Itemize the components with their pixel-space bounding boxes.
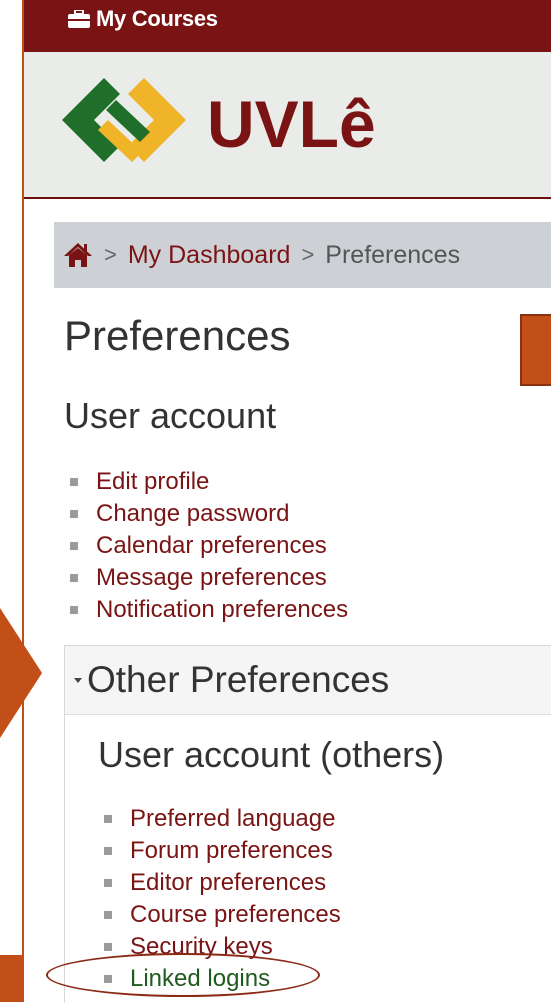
breadcrumb-link-dashboard[interactable]: My Dashboard	[128, 241, 291, 270]
uvle-logo-icon[interactable]	[54, 70, 194, 170]
breadcrumb-current: Preferences	[325, 240, 461, 269]
breadcrumb-separator: >	[104, 242, 117, 267]
course-preferences-link[interactable]: Course preferences	[130, 901, 341, 929]
briefcase-icon	[68, 10, 90, 28]
bullet	[70, 510, 78, 518]
list-item: Change password	[64, 498, 348, 530]
list-item: Notification preferences	[64, 594, 348, 626]
bullet	[104, 879, 112, 887]
bullet	[70, 478, 78, 486]
bullet	[70, 606, 78, 614]
security-keys-link[interactable]: Security keys	[130, 933, 273, 961]
other-preferences-toggle[interactable]: Other Preferences	[65, 646, 551, 715]
list-item: Forum preferences	[98, 835, 341, 867]
preferred-language-link[interactable]: Preferred language	[130, 805, 335, 833]
other-preferences-panel: Other Preferences User account (others) …	[64, 645, 551, 1003]
my-courses-menu[interactable]: My Courses	[68, 3, 218, 35]
message-preferences-link[interactable]: Message preferences	[96, 564, 327, 592]
home-icon[interactable]	[63, 241, 93, 269]
pointer-arrow-graphic	[0, 608, 42, 738]
top-navbar: My Courses	[24, 0, 551, 52]
bullet	[70, 574, 78, 582]
brand-name[interactable]: UVLê	[207, 88, 376, 160]
page-title: Preferences	[64, 312, 291, 359]
calendar-preferences-link[interactable]: Calendar preferences	[96, 532, 327, 560]
bullet	[70, 542, 78, 550]
site-header: UVLê	[24, 52, 551, 199]
change-password-link[interactable]: Change password	[96, 500, 289, 528]
bullet	[104, 815, 112, 823]
left-rail	[0, 0, 24, 1002]
list-item: Preferred language	[98, 803, 341, 835]
list-item: Course preferences	[98, 899, 341, 931]
breadcrumb-separator: >	[301, 242, 315, 267]
section-heading-user-account-others: User account (others)	[98, 734, 445, 775]
list-item: Security keys	[98, 931, 341, 963]
bullet	[104, 975, 112, 983]
list-item: Edit profile	[64, 466, 348, 498]
linked-logins-link[interactable]: Linked logins	[130, 965, 270, 993]
list-item: Editor preferences	[98, 867, 341, 899]
section-heading-user-account: User account	[64, 395, 277, 436]
other-preferences-title: Other Preferences	[87, 659, 390, 700]
other-preferences-links: Preferred language Forum preferences Edi…	[98, 803, 341, 995]
list-item: Linked logins	[98, 963, 341, 995]
orange-action-button[interactable]	[520, 314, 551, 386]
edit-profile-link[interactable]: Edit profile	[96, 468, 209, 496]
forum-preferences-link[interactable]: Forum preferences	[130, 837, 333, 865]
list-item: Message preferences	[64, 562, 348, 594]
user-account-links: Edit profile Change password Calendar pr…	[64, 466, 348, 626]
my-courses-label: My Courses	[96, 6, 218, 31]
breadcrumb: > My Dashboard > Preferences	[54, 222, 551, 288]
notification-preferences-link[interactable]: Notification preferences	[96, 596, 348, 624]
rail-bottom-block	[0, 955, 22, 1002]
editor-preferences-link[interactable]: Editor preferences	[130, 869, 326, 897]
bullet	[104, 847, 112, 855]
list-item: Calendar preferences	[64, 530, 348, 562]
bullet	[104, 911, 112, 919]
caret-down-icon	[74, 678, 82, 683]
bullet	[104, 943, 112, 951]
